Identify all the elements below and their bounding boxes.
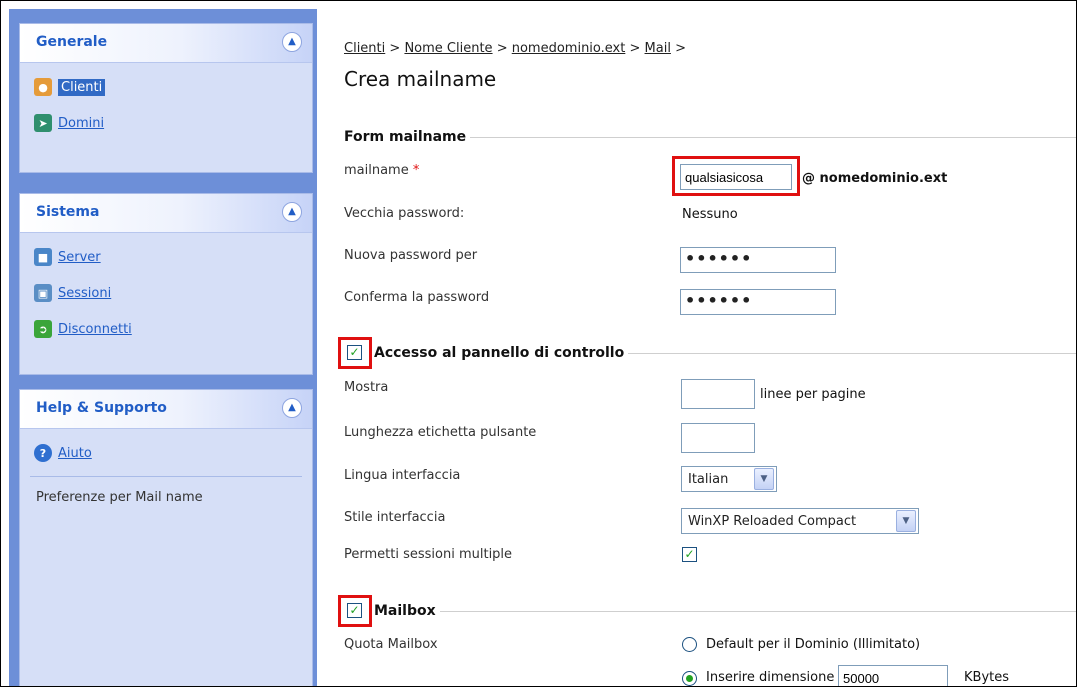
quota-label: Quota Mailbox <box>344 637 438 652</box>
language-label: Lingua interfaccia <box>344 468 461 483</box>
chevron-down-icon[interactable]: ▼ <box>754 468 774 490</box>
show-label: Mostra <box>344 380 389 395</box>
confirm-password-label: Conferma la password <box>344 290 490 305</box>
chevron-down-icon[interactable]: ▼ <box>896 510 916 532</box>
domain-suffix: @ nomedominio.ext <box>802 171 948 186</box>
sidebar-item-label[interactable]: Sessioni <box>58 286 111 301</box>
button-label-length-label: Lunghezza etichetta pulsante <box>344 425 537 440</box>
breadcrumb-separator: > <box>675 41 686 56</box>
server-icon: ■ <box>34 248 52 266</box>
old-password-label: Vecchia password: <box>344 206 465 221</box>
panel-help: Help & Supporto ▲ ? Aiuto Preferenze per… <box>19 389 313 686</box>
panel-title-help: Help & Supporto <box>36 400 167 416</box>
button-label-length-input[interactable] <box>681 423 755 453</box>
divider <box>470 136 1076 138</box>
divider <box>439 610 1076 612</box>
control-panel-checkbox[interactable]: ✓ <box>347 345 362 360</box>
quota-default-radio[interactable] <box>682 637 697 652</box>
multi-sessions-checkbox[interactable]: ✓ <box>682 547 697 562</box>
section-form-mailname: Form mailname <box>344 127 1076 147</box>
confirm-password-input[interactable]: •••••• <box>680 289 836 315</box>
collapse-icon[interactable]: ▲ <box>282 32 302 52</box>
language-select[interactable]: Italian ▼ <box>681 466 777 492</box>
logout-icon: ➲ <box>34 320 52 338</box>
section-title: Accesso al pannello di controllo <box>374 345 625 361</box>
style-label: Stile interfaccia <box>344 510 446 525</box>
main-content: Clienti > Nome Cliente > nomedominio.ext… <box>326 1 1076 686</box>
breadcrumb-separator: > <box>496 41 508 56</box>
panel-header-sistema[interactable]: Sistema ▲ <box>20 194 312 233</box>
breadcrumb: Clienti > Nome Cliente > nomedominio.ext… <box>344 41 686 56</box>
context-help-text: Preferenze per Mail name <box>36 490 203 505</box>
quota-custom-radio[interactable] <box>682 671 697 686</box>
quota-size-input[interactable] <box>838 665 948 686</box>
section-title: Mailbox <box>374 603 436 619</box>
help-icon: ? <box>34 444 52 462</box>
page-title: Crea mailname <box>344 67 497 91</box>
lines-per-page-suffix: linee per pagine <box>760 387 866 402</box>
panel-title-sistema: Sistema <box>36 204 100 220</box>
section-title: Form mailname <box>344 129 467 145</box>
section-mailbox: Mailbox <box>374 601 1076 621</box>
quota-default-label: Default per il Dominio (Illimitato) <box>706 637 921 652</box>
quota-custom-label: Inserire dimensione <box>706 670 835 685</box>
old-password-value: Nessuno <box>682 207 738 222</box>
new-password-input[interactable]: •••••• <box>680 247 836 273</box>
sidebar-item-disconnetti[interactable]: ➲ Disconnetti <box>34 318 132 340</box>
section-control-panel: Accesso al pannello di controllo <box>374 343 1076 363</box>
style-select-value: WinXP Reloaded Compact <box>688 513 857 529</box>
required-mark: * <box>412 163 420 178</box>
multi-sessions-label: Permetti sessioni multiple <box>344 547 513 562</box>
panel-title-generale: Generale <box>36 34 108 50</box>
sidebar-item-aiuto[interactable]: ? Aiuto <box>34 442 92 464</box>
sidebar-item-server[interactable]: ■ Server <box>34 246 101 268</box>
breadcrumb-separator: > <box>629 41 641 56</box>
sidebar-item-label[interactable]: Aiuto <box>58 446 92 461</box>
breadcrumb-link[interactable]: Nome Cliente <box>404 41 492 56</box>
sidebar-item-label[interactable]: Domini <box>58 116 104 131</box>
language-select-value: Italian <box>688 471 729 487</box>
quota-unit: KBytes <box>964 670 1010 685</box>
style-select[interactable]: WinXP Reloaded Compact ▼ <box>681 508 919 534</box>
breadcrumb-link[interactable]: Clienti <box>344 41 385 56</box>
window: Generale ▲ ● Clienti ➤ Domini Sistema ▲ … <box>0 0 1077 687</box>
divider <box>30 476 302 477</box>
sidebar-item-domini[interactable]: ➤ Domini <box>34 112 104 134</box>
breadcrumb-separator: > <box>389 41 401 56</box>
panel-header-generale[interactable]: Generale ▲ <box>20 24 312 63</box>
mailbox-checkbox[interactable]: ✓ <box>347 603 362 618</box>
user-icon: ● <box>34 78 52 96</box>
sidebar: Generale ▲ ● Clienti ➤ Domini Sistema ▲ … <box>9 9 317 686</box>
sessions-icon: ▣ <box>34 284 52 302</box>
panel-header-help[interactable]: Help & Supporto ▲ <box>20 390 312 429</box>
sidebar-item-clienti[interactable]: ● Clienti <box>34 76 106 98</box>
collapse-icon[interactable]: ▲ <box>282 398 302 418</box>
new-password-label: Nuova password per <box>344 248 478 263</box>
mailname-label-text: mailname <box>344 163 409 178</box>
collapse-icon[interactable]: ▲ <box>282 202 302 222</box>
panel-sistema: Sistema ▲ ■ Server ▣ Sessioni ➲ Disconne… <box>19 193 313 375</box>
lines-per-page-input[interactable] <box>681 379 755 409</box>
sidebar-item-sessioni[interactable]: ▣ Sessioni <box>34 282 111 304</box>
divider <box>628 352 1076 354</box>
breadcrumb-link[interactable]: nomedominio.ext <box>512 41 626 56</box>
domains-icon: ➤ <box>34 114 52 132</box>
breadcrumb-link[interactable]: Mail <box>645 41 671 56</box>
panel-generale: Generale ▲ ● Clienti ➤ Domini <box>19 23 313 173</box>
mailname-input[interactable] <box>680 164 792 190</box>
sidebar-item-label[interactable]: Disconnetti <box>58 322 132 337</box>
sidebar-item-label[interactable]: Clienti <box>58 78 106 96</box>
mailname-label: mailname * <box>344 163 419 178</box>
sidebar-item-label[interactable]: Server <box>58 250 101 265</box>
